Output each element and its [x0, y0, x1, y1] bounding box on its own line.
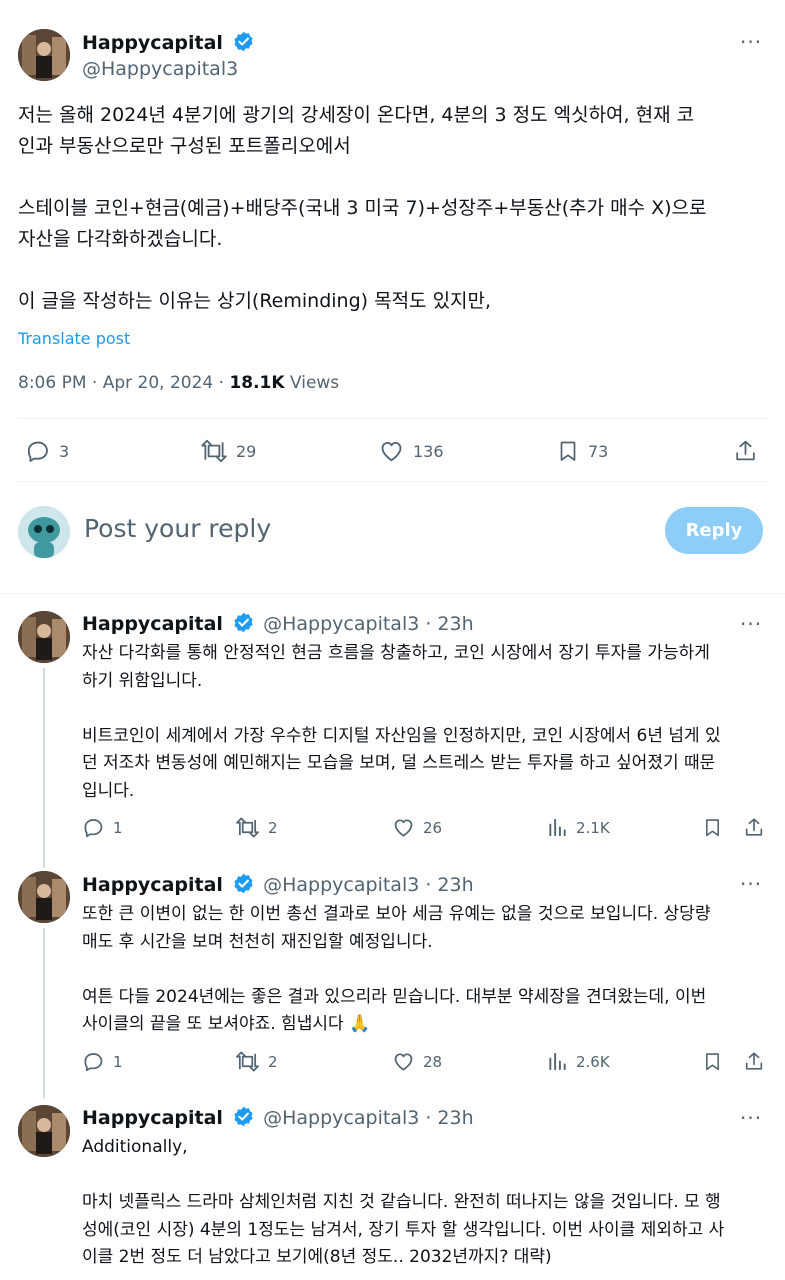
like-action[interactable]: 136 [378, 438, 444, 464]
analytics-icon [549, 1052, 566, 1071]
bookmark-icon [706, 1053, 719, 1071]
heart-icon [394, 819, 413, 837]
repost-action[interactable]: 29 [200, 438, 256, 464]
reply-action[interactable]: 3 [25, 438, 69, 464]
reply-avatar[interactable] [18, 611, 70, 663]
repost-count: 2 [268, 1052, 278, 1071]
views-count: 2.6K [576, 1052, 610, 1071]
tweet-text: 저는 올해 2024년 4분기에 광기의 강세장이 온다면, 4분의 3 정도 … [18, 104, 707, 312]
reply-text: 자산 다각화를 통해 안정적인 현금 흐름을 창출하고, 코인 시장에서 장기 … [82, 643, 721, 801]
thread-connector [43, 668, 45, 868]
repost-count: 29 [236, 441, 257, 461]
repost-action[interactable]: 2 [235, 816, 278, 839]
verified-badge-icon [234, 612, 253, 633]
repost-icon [201, 439, 227, 463]
views-label: Views [284, 373, 340, 393]
share-icon [745, 1052, 763, 1070]
verified-badge-icon [234, 873, 253, 894]
author-avatar[interactable] [18, 29, 70, 81]
reply-author-name[interactable]: Happycapital [82, 613, 223, 635]
reply-more-button[interactable]: ··· [740, 872, 762, 896]
repost-icon [236, 1051, 259, 1072]
reply-author-meta[interactable]: @Happycapital3 · 23h [263, 613, 474, 635]
like-action[interactable]: 26 [392, 816, 442, 839]
bookmark-action[interactable] [702, 816, 723, 839]
reply-input[interactable]: Post your reply [84, 514, 271, 543]
thread-connector [43, 928, 45, 1098]
reply-header: Happycapital @Happycapital3 · 23h [82, 873, 474, 896]
reply-more-button[interactable]: ··· [740, 1106, 762, 1130]
reply-author-name[interactable]: Happycapital [82, 874, 223, 896]
reply-header: Happycapital @Happycapital3 · 23h [82, 612, 474, 635]
reply-action[interactable]: 1 [82, 816, 123, 839]
repost-action[interactable]: 2 [235, 1050, 278, 1073]
more-options-button[interactable]: ··· [740, 30, 762, 54]
tweet-timestamp[interactable]: 8:06 PM · Apr 20, 2024 · [18, 373, 229, 393]
views-action[interactable]: 2.6K [548, 1050, 610, 1073]
verified-badge-icon [234, 1106, 253, 1127]
bookmark-action[interactable] [702, 1050, 723, 1073]
author-handle[interactable]: @Happycapital3 [82, 58, 238, 80]
repost-icon [236, 817, 259, 838]
translate-post-link[interactable]: Translate post [18, 329, 130, 348]
reply-icon [84, 819, 103, 838]
share-icon [745, 818, 763, 836]
author-name[interactable]: Happycapital [82, 32, 223, 54]
bookmark-icon [560, 441, 576, 461]
views-count: 18.1K [229, 373, 285, 393]
like-count: 136 [413, 441, 444, 461]
share-action[interactable] [743, 816, 765, 839]
like-count: 26 [423, 818, 443, 837]
heart-icon [381, 441, 402, 462]
bookmark-count: 73 [588, 441, 609, 461]
reply-more-button[interactable]: ··· [740, 612, 762, 636]
my-avatar[interactable] [18, 506, 70, 558]
reply-count: 1 [113, 818, 123, 837]
reply-icon [84, 1053, 103, 1072]
reply-avatar[interactable] [18, 871, 70, 923]
verified-badge-icon [234, 31, 253, 52]
reply-text: Additionally, 마치 넷플릭스 드라마 삼체인처럼 지친 것 같습니… [82, 1137, 725, 1267]
reply-author-name[interactable]: Happycapital [82, 1107, 223, 1129]
reply-action[interactable]: 1 [82, 1050, 123, 1073]
tweet-meta: 8:06 PM · Apr 20, 2024 · 18.1K Views [18, 373, 339, 393]
reply-count: 1 [113, 1052, 123, 1071]
bookmark-action[interactable]: 73 [556, 438, 608, 464]
like-action[interactable]: 28 [392, 1050, 442, 1073]
share-action[interactable] [743, 1050, 765, 1073]
reply-avatar[interactable] [18, 1105, 70, 1157]
analytics-icon [549, 818, 566, 837]
heart-icon [394, 1053, 413, 1071]
reply-icon [27, 441, 48, 462]
reply-text: 또한 큰 이변이 없는 한 이번 총선 결과로 보아 세금 유예는 없을 것으로… [82, 904, 711, 1034]
bookmark-icon [706, 819, 719, 837]
reply-author-meta[interactable]: @Happycapital3 · 23h [263, 1107, 474, 1129]
like-count: 28 [423, 1052, 443, 1071]
reply-author-meta[interactable]: @Happycapital3 · 23h [263, 874, 474, 896]
reply-button[interactable]: Reply [665, 507, 763, 554]
views-count: 2.1K [576, 818, 610, 837]
share-icon [736, 440, 755, 461]
repost-count: 2 [268, 818, 278, 837]
share-action[interactable] [733, 438, 758, 464]
reply-header: Happycapital @Happycapital3 · 23h [82, 1106, 474, 1129]
views-action[interactable]: 2.1K [548, 816, 610, 839]
reply-count: 3 [59, 441, 70, 461]
author-name-row: Happycapital [82, 31, 254, 54]
